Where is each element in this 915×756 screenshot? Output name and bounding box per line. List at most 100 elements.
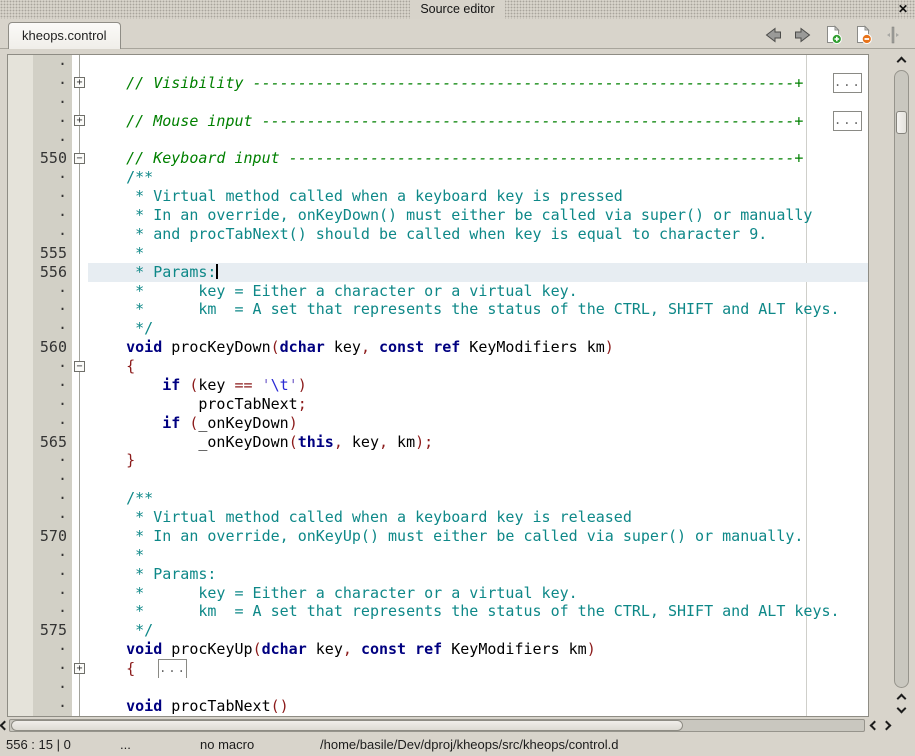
- close-icon[interactable]: ✕: [895, 0, 911, 19]
- line-number[interactable]: ·: [33, 565, 72, 584]
- line-number[interactable]: ·: [33, 55, 72, 74]
- marker-gutter[interactable]: [8, 659, 33, 678]
- scroll-right-icon[interactable]: [882, 721, 892, 731]
- line-text[interactable]: void procKeyUp(dchar key, const ref KeyM…: [88, 640, 868, 659]
- fold-expand-icon[interactable]: +: [74, 663, 85, 674]
- line-text[interactable]: * Virtual method called when a keyboard …: [88, 508, 868, 527]
- marker-gutter[interactable]: [8, 55, 33, 74]
- marker-gutter[interactable]: [8, 678, 33, 697]
- line-text[interactable]: * key = Either a character or a virtual …: [88, 282, 868, 301]
- scroll-up-icon-bottom[interactable]: [897, 694, 907, 704]
- line-text[interactable]: * key = Either a character or a virtual …: [88, 584, 868, 603]
- fold-collapse-icon[interactable]: −: [74, 361, 85, 372]
- fold-collapse-icon[interactable]: −: [74, 153, 85, 164]
- code-line[interactable]: · if (key == '\t'): [8, 376, 868, 395]
- line-number[interactable]: ·: [33, 376, 72, 395]
- marker-gutter[interactable]: [8, 282, 33, 301]
- marker-gutter[interactable]: [8, 565, 33, 584]
- line-number[interactable]: ·: [33, 168, 72, 187]
- marker-gutter[interactable]: [8, 357, 33, 376]
- code-line[interactable]: · /**: [8, 168, 868, 187]
- code-line[interactable]: · procTabNext;: [8, 395, 868, 414]
- code-line[interactable]: ·: [8, 93, 868, 112]
- line-number[interactable]: ·: [33, 225, 72, 244]
- line-text[interactable]: }: [88, 451, 868, 470]
- line-text[interactable]: if (key == '\t'): [88, 376, 868, 395]
- line-number[interactable]: ·: [33, 357, 72, 376]
- code-line[interactable]: · void procTabNext(): [8, 697, 868, 716]
- code-line[interactable]: ·: [8, 470, 868, 489]
- line-number[interactable]: ·: [33, 451, 72, 470]
- line-text[interactable]: _onKeyDown(this, key, km);: [88, 433, 868, 452]
- line-number[interactable]: ·: [33, 546, 72, 565]
- forward-arrow-icon[interactable]: [793, 25, 813, 45]
- code-line[interactable]: ·+ {...: [8, 659, 868, 678]
- code-line[interactable]: · * Params:: [8, 565, 868, 584]
- fold-expand-icon[interactable]: +: [74, 115, 85, 126]
- line-text[interactable]: /**: [88, 489, 868, 508]
- code-line[interactable]: · * key = Either a character or a virtua…: [8, 282, 868, 301]
- line-text[interactable]: void procKeyDown(dchar key, const ref Ke…: [88, 338, 868, 357]
- scroll-down-icon[interactable]: [897, 704, 907, 714]
- code-line[interactable]: · void procKeyUp(dchar key, const ref Ke…: [8, 640, 868, 659]
- line-text[interactable]: [88, 678, 868, 697]
- code-line[interactable]: ·: [8, 131, 868, 150]
- line-number[interactable]: ·: [33, 112, 72, 131]
- line-text[interactable]: {...: [88, 659, 868, 678]
- line-number[interactable]: 570: [33, 527, 72, 546]
- marker-gutter[interactable]: [8, 640, 33, 659]
- code-line[interactable]: 556 * Params:: [8, 263, 868, 282]
- marker-gutter[interactable]: [8, 338, 33, 357]
- folded-code-ellipsis[interactable]: ...: [833, 73, 862, 93]
- code-editor[interactable]: ··+ // Visibility ----------------------…: [7, 54, 869, 717]
- marker-gutter[interactable]: [8, 527, 33, 546]
- marker-gutter[interactable]: [8, 168, 33, 187]
- horizontal-scrollbar-thumb[interactable]: [11, 720, 683, 731]
- line-number[interactable]: 575: [33, 621, 72, 640]
- line-number[interactable]: ·: [33, 489, 72, 508]
- marker-gutter[interactable]: [8, 376, 33, 395]
- marker-gutter[interactable]: [8, 187, 33, 206]
- line-number[interactable]: ·: [33, 640, 72, 659]
- code-line[interactable]: ·+ // Visibility -----------------------…: [8, 74, 868, 93]
- line-number[interactable]: 565: [33, 433, 72, 452]
- line-text[interactable]: * km = A set that represents the status …: [88, 300, 868, 319]
- code-line[interactable]: · *: [8, 546, 868, 565]
- code-line[interactable]: ·− {: [8, 357, 868, 376]
- code-line[interactable]: · /**: [8, 489, 868, 508]
- code-line[interactable]: · * Virtual method called when a keyboar…: [8, 508, 868, 527]
- line-text[interactable]: {: [88, 357, 868, 376]
- line-text[interactable]: void procTabNext(): [88, 697, 868, 716]
- horizontal-scrollbar[interactable]: [0, 718, 896, 734]
- line-text[interactable]: *: [88, 546, 868, 565]
- marker-gutter[interactable]: [8, 263, 33, 282]
- fold-expand-icon[interactable]: +: [74, 77, 85, 88]
- horizontal-scrollbar-track[interactable]: [9, 719, 865, 732]
- line-number[interactable]: ·: [33, 319, 72, 338]
- line-text[interactable]: * In an override, onKeyDown() must eithe…: [88, 206, 868, 225]
- line-text[interactable]: // Visibility --------------------------…: [88, 74, 868, 93]
- code-line[interactable]: · * Virtual method called when a keyboar…: [8, 187, 868, 206]
- line-number[interactable]: 555: [33, 244, 72, 263]
- line-text[interactable]: // Keyboard input ----------------------…: [88, 149, 868, 168]
- marker-gutter[interactable]: [8, 621, 33, 640]
- line-number[interactable]: ·: [33, 508, 72, 527]
- marker-gutter[interactable]: [8, 489, 33, 508]
- line-number[interactable]: ·: [33, 74, 72, 93]
- line-text[interactable]: [88, 93, 868, 112]
- code-line[interactable]: · * and procTabNext() should be called w…: [8, 225, 868, 244]
- code-line[interactable]: 565 _onKeyDown(this, key, km);: [8, 433, 868, 452]
- line-number[interactable]: ·: [33, 697, 72, 716]
- line-text[interactable]: *: [88, 244, 868, 263]
- code-line[interactable]: 575 */: [8, 621, 868, 640]
- line-text[interactable]: [88, 131, 868, 150]
- line-text[interactable]: * km = A set that represents the status …: [88, 602, 868, 621]
- code-line[interactable]: 550− // Keyboard input -----------------…: [8, 149, 868, 168]
- detach-editor-icon[interactable]: [883, 25, 903, 45]
- line-number[interactable]: ·: [33, 470, 72, 489]
- code-line[interactable]: · }: [8, 451, 868, 470]
- back-arrow-icon[interactable]: [763, 25, 783, 45]
- line-number[interactable]: ·: [33, 131, 72, 150]
- line-text[interactable]: * Virtual method called when a keyboard …: [88, 187, 868, 206]
- line-number[interactable]: ·: [33, 584, 72, 603]
